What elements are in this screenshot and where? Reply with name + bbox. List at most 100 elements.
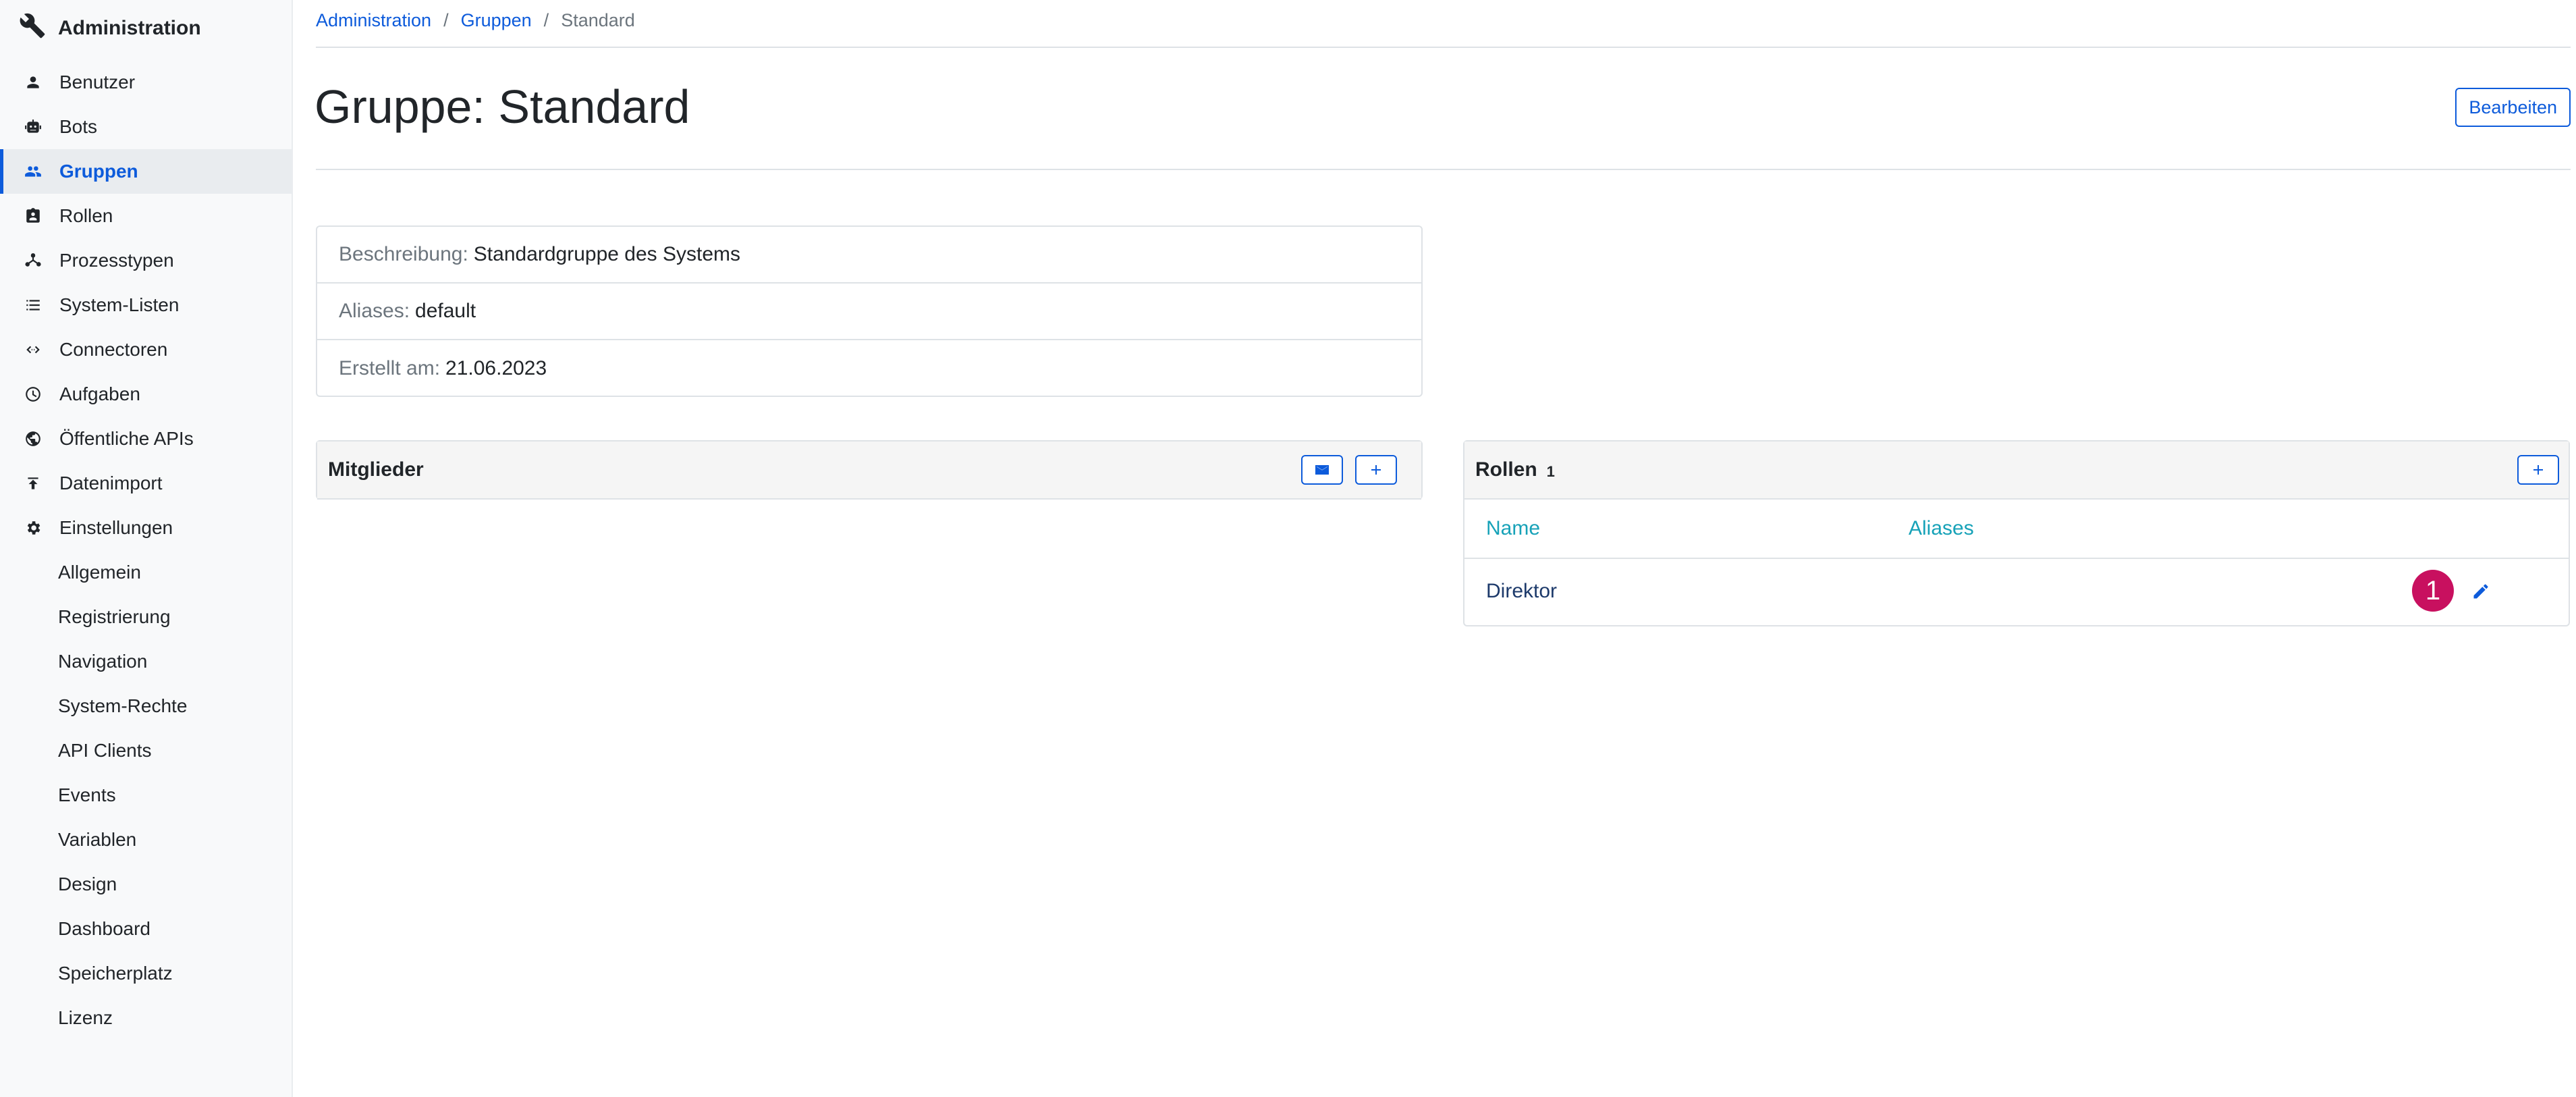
sidebar-item-label: Aufgaben bbox=[59, 383, 140, 404]
sidebar-subitem-label: Design bbox=[58, 874, 117, 894]
plus-icon bbox=[1368, 462, 1384, 478]
sidebar-subitem-label: Variablen bbox=[58, 829, 137, 850]
sidebar: Administration Benutzer Bots Gruppen Rol… bbox=[0, 0, 293, 1097]
main-content: Administration / Gruppen / Standard Grup… bbox=[293, 0, 2576, 1097]
sidebar-item-label: Connectoren bbox=[59, 339, 168, 360]
table-row: Direktor 1 bbox=[1464, 559, 2569, 624]
pencil-icon[interactable] bbox=[2471, 582, 2490, 601]
aliases-label: Aliases: bbox=[339, 300, 410, 322]
sidebar-subitem-lizenz[interactable]: Lizenz bbox=[0, 996, 292, 1040]
sidebar-subitem-label: System-Rechte bbox=[58, 695, 188, 716]
count-badge: 1 bbox=[2412, 570, 2454, 612]
sidebar-subitem-dashboard[interactable]: Dashboard bbox=[0, 907, 292, 951]
created-value: 21.06.2023 bbox=[445, 357, 547, 379]
sidebar-subitem-design[interactable]: Design bbox=[0, 862, 292, 907]
members-title: Mitglieder bbox=[328, 458, 424, 481]
roles-table-header: Name Aliases bbox=[1464, 500, 2569, 559]
breadcrumb-current: Standard bbox=[561, 9, 635, 30]
info-row-description: Beschreibung: Standardgruppe des Systems bbox=[317, 227, 1421, 284]
sidebar-subitem-label: Registrierung bbox=[58, 606, 171, 627]
column-header-name[interactable]: Name bbox=[1486, 517, 1540, 540]
list-icon bbox=[24, 296, 42, 314]
info-row-created: Erstellt am: 21.06.2023 bbox=[317, 340, 1421, 397]
sidebar-subitem-label: Allgemein bbox=[58, 562, 141, 583]
roles-panel: Rollen 1 Name Aliases Direktor 1 bbox=[1463, 440, 2570, 626]
sidebar-item-label: Datenimport bbox=[59, 473, 163, 493]
sidebar-subitem-label: Speicherplatz bbox=[58, 963, 173, 984]
sidebar-item-label: Benutzer bbox=[59, 72, 136, 92]
sidebar-subitem-variablen[interactable]: Variablen bbox=[0, 818, 292, 862]
sidebar-subitem-label: Navigation bbox=[58, 651, 148, 672]
sidebar-item-label: Einstellungen bbox=[59, 517, 173, 538]
email-members-button[interactable] bbox=[1301, 455, 1343, 485]
title-divider bbox=[316, 169, 2571, 170]
brand-title: Administration bbox=[58, 17, 201, 39]
sidebar-brand[interactable]: Administration bbox=[19, 9, 201, 47]
sidebar-item-datenimport[interactable]: Datenimport bbox=[0, 461, 292, 506]
sidebar-item-label: Öffentliche APIs bbox=[59, 428, 194, 449]
page-title: Gruppe: Standard bbox=[314, 80, 690, 133]
sidebar-item-benutzer[interactable]: Benutzer bbox=[0, 60, 292, 105]
people-icon bbox=[24, 163, 42, 180]
sidebar-item-connectoren[interactable]: Connectoren bbox=[0, 327, 292, 372]
sidebar-item-label: Bots bbox=[59, 116, 98, 137]
info-row-aliases: Aliases: default bbox=[317, 284, 1421, 340]
wrench-icon bbox=[19, 12, 46, 45]
sidebar-item-bots[interactable]: Bots bbox=[0, 105, 292, 149]
sidebar-subitem-speicherplatz[interactable]: Speicherplatz bbox=[0, 951, 292, 996]
globe-icon bbox=[24, 430, 42, 448]
id-badge-icon bbox=[24, 207, 42, 225]
breadcrumb-divider bbox=[316, 47, 2571, 48]
sidebar-item-aufgaben[interactable]: Aufgaben bbox=[0, 372, 292, 417]
plus-icon bbox=[2530, 462, 2546, 478]
sidebar-subitem-label: Dashboard bbox=[58, 918, 150, 939]
roles-count: 1 bbox=[1546, 463, 1555, 480]
sidebar-subitem-registrierung[interactable]: Registrierung bbox=[0, 595, 292, 639]
roles-title: Rollen bbox=[1475, 458, 1537, 481]
robot-icon bbox=[24, 118, 42, 136]
sidebar-item-system-listen[interactable]: System-Listen bbox=[0, 283, 292, 327]
sidebar-subitem-api-clients[interactable]: API Clients bbox=[0, 728, 292, 773]
sidebar-item-oeffentliche-apis[interactable]: Öffentliche APIs bbox=[0, 417, 292, 461]
code-arrows-icon bbox=[24, 341, 42, 358]
sidebar-item-gruppen[interactable]: Gruppen bbox=[0, 149, 292, 194]
sidebar-item-label: Rollen bbox=[59, 205, 113, 226]
sidebar-subitem-events[interactable]: Events bbox=[0, 773, 292, 818]
fork-icon bbox=[24, 252, 42, 269]
breadcrumb-administration[interactable]: Administration bbox=[316, 10, 431, 31]
sidebar-item-label: Prozesstypen bbox=[59, 250, 174, 271]
breadcrumb-separator: / bbox=[543, 9, 549, 30]
created-label: Erstellt am: bbox=[339, 357, 441, 379]
sidebar-item-prozesstypen[interactable]: Prozesstypen bbox=[0, 238, 292, 283]
members-panel-header: Mitglieder bbox=[317, 442, 1421, 500]
envelope-icon bbox=[1314, 462, 1330, 478]
breadcrumb-gruppen[interactable]: Gruppen bbox=[461, 10, 532, 31]
sidebar-nav: Benutzer Bots Gruppen Rollen Prozesstype… bbox=[0, 60, 292, 1040]
sidebar-subitem-label: Events bbox=[58, 784, 116, 805]
sidebar-item-rollen[interactable]: Rollen bbox=[0, 194, 292, 238]
sidebar-item-label: Gruppen bbox=[59, 161, 138, 182]
person-icon bbox=[24, 74, 42, 91]
members-panel: Mitglieder bbox=[316, 440, 1423, 500]
column-header-aliases[interactable]: Aliases bbox=[1909, 517, 1974, 540]
clock-icon bbox=[24, 385, 42, 403]
aliases-value: default bbox=[415, 300, 476, 322]
edit-button[interactable]: Bearbeiten bbox=[2455, 88, 2571, 127]
role-name-link[interactable]: Direktor bbox=[1486, 580, 1557, 603]
sidebar-subitem-system-rechte[interactable]: System-Rechte bbox=[0, 684, 292, 728]
group-info-card: Beschreibung: Standardgruppe des Systems… bbox=[316, 225, 1423, 397]
breadcrumb-separator: / bbox=[443, 9, 449, 30]
description-label: Beschreibung: bbox=[339, 243, 468, 265]
sidebar-subitem-label: Lizenz bbox=[58, 1007, 113, 1028]
add-member-button[interactable] bbox=[1355, 455, 1397, 485]
sidebar-subitem-navigation[interactable]: Navigation bbox=[0, 639, 292, 684]
gear-icon bbox=[24, 519, 42, 537]
sidebar-item-label: System-Listen bbox=[59, 294, 180, 315]
add-role-button[interactable] bbox=[2517, 455, 2559, 485]
sidebar-item-einstellungen[interactable]: Einstellungen bbox=[0, 506, 292, 550]
sidebar-subitem-allgemein[interactable]: Allgemein bbox=[0, 550, 292, 595]
upload-icon bbox=[24, 475, 42, 492]
breadcrumb: Administration / Gruppen / Standard bbox=[316, 7, 635, 34]
description-value: Standardgruppe des Systems bbox=[473, 243, 741, 265]
roles-panel-header: Rollen 1 bbox=[1464, 442, 2569, 500]
